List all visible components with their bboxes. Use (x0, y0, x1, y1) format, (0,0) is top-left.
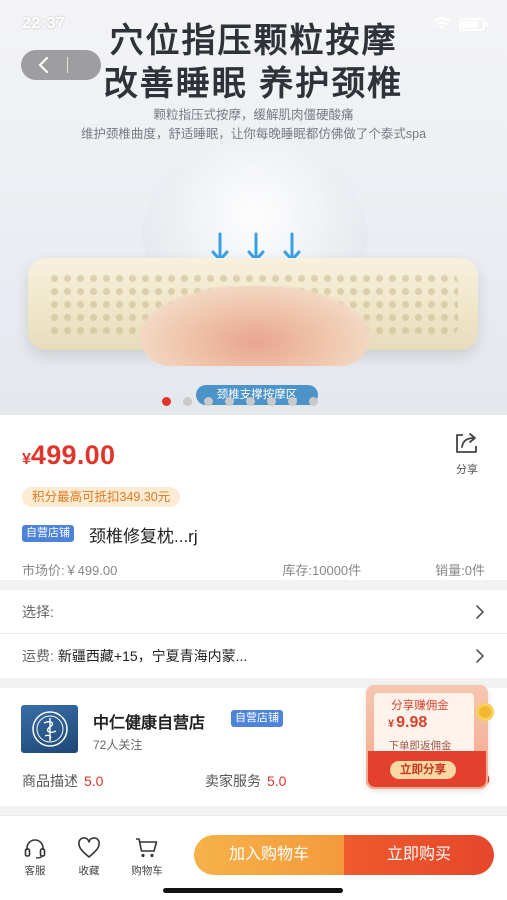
carousel-dot[interactable] (267, 397, 276, 406)
carousel-dot[interactable] (183, 397, 192, 406)
rating-seller-service: 卖家服务 5.0 (205, 771, 286, 791)
back-button[interactable] (21, 50, 67, 80)
commission-title: 分享赚佣金 (391, 700, 449, 712)
select-spec-row[interactable]: 选择: (0, 590, 507, 634)
shop-name: 中仁健康自营店 (93, 715, 206, 732)
sales: 销量:0件 (435, 563, 485, 578)
shipping-label: 运费: (22, 648, 54, 664)
carousel-dot[interactable] (225, 397, 234, 406)
chevron-right-icon (476, 604, 485, 619)
shop-self-operated-badge: 自营店铺 (231, 710, 283, 727)
cart-label: 购物车 (131, 865, 163, 877)
shop-logo (21, 705, 78, 753)
rating-seller-score: 5.0 (267, 773, 287, 789)
rating-seller-label: 卖家服务 (205, 773, 261, 789)
status-time: 22:37 (22, 15, 66, 32)
headset-icon (24, 839, 46, 859)
bottom-action-bar: 客服 收藏 购物车 加入购物车 立即购买 (0, 815, 507, 900)
shipping-value: 新疆西藏+15，宁夏青海内蒙... (57, 648, 248, 664)
carousel-dot[interactable] (246, 397, 255, 406)
rating-description-score: 5.0 (84, 773, 104, 789)
rating-description-label: 商品描述 (22, 773, 78, 789)
price: ¥499.00 (22, 440, 115, 471)
caduceus-logo-icon (31, 711, 68, 747)
home-indicator (163, 888, 343, 893)
share-icon (456, 433, 477, 453)
hero-subtitle-line1: 颗粒指压式按摩，缓解肌肉僵硬酸痛 (153, 108, 354, 122)
carousel-indicator (162, 397, 318, 406)
rating-description: 商品描述 5.0 (22, 771, 103, 791)
stock: 库存:10000件 (282, 563, 362, 578)
cart-icon (136, 838, 158, 858)
share-button[interactable]: 分享 (447, 431, 487, 477)
heart-icon (78, 837, 100, 858)
favorite-button[interactable]: 收藏 (69, 837, 109, 878)
chevron-left-icon (38, 57, 48, 73)
shipping-row[interactable]: 运费: 新疆西藏+15，宁夏青海内蒙... (0, 634, 507, 678)
commission-currency: ¥ (388, 718, 395, 730)
product-name: 颈椎修复枕...rj (89, 527, 198, 546)
price-card: ¥499.00 分享 积分最高可抵扣349.30元 自营店铺 颈椎修复枕...r… (0, 415, 507, 580)
carousel-dot[interactable] (204, 397, 213, 406)
favorite-label: 收藏 (78, 865, 100, 877)
add-to-cart-button[interactable]: 加入购物车 (194, 835, 344, 875)
carousel-dot[interactable] (288, 397, 297, 406)
battery-icon (459, 17, 488, 31)
share-label: 分享 (456, 464, 478, 476)
chevron-right-icon (476, 649, 485, 663)
buy-now-button[interactable]: 立即购买 (344, 835, 494, 875)
shop-followers: 72人关注 (93, 738, 143, 752)
carousel-dot[interactable] (309, 397, 318, 406)
carousel-dot[interactable] (162, 397, 171, 406)
customer-service-button[interactable]: 客服 (15, 837, 55, 878)
option-list: 选择: 运费: 新疆西藏+15，宁夏青海内蒙... (0, 590, 507, 678)
customer-service-label: 客服 (24, 865, 46, 877)
market-price: 市场价:￥499.00 (22, 563, 118, 578)
commission-amount: ¥9.98 (388, 714, 427, 732)
nav-capsule (21, 50, 101, 80)
status-bar: 22:37 (0, 0, 507, 48)
select-label: 选择: (22, 603, 54, 620)
hands-image (140, 286, 370, 366)
wifi-icon (433, 17, 451, 30)
share-commission-card[interactable]: 分享赚佣金 ¥9.98 下单即返佣金 立即分享 (366, 685, 494, 789)
price-currency: ¥ (22, 451, 31, 468)
share-now-button[interactable]: 立即分享 (390, 761, 456, 779)
product-image-carousel[interactable]: 22:37 穴位指压颗粒按摩 改善睡眠 养护颈椎 颗粒指压式按摩，缓解肌肉僵硬酸… (0, 0, 507, 415)
home-button[interactable] (68, 50, 101, 80)
points-deduct-tag: 积分最高可抵扣349.30元 (22, 487, 181, 507)
product-meta: 市场价:￥499.00 库存:10000件 销量:0件 (22, 560, 485, 579)
price-value: 499.00 (30, 440, 116, 470)
cart-button[interactable]: 购物车 (127, 837, 167, 878)
commission-value: 9.98 (396, 714, 428, 731)
coin-icon (476, 703, 494, 721)
self-operated-badge: 自营店铺 (22, 525, 74, 542)
